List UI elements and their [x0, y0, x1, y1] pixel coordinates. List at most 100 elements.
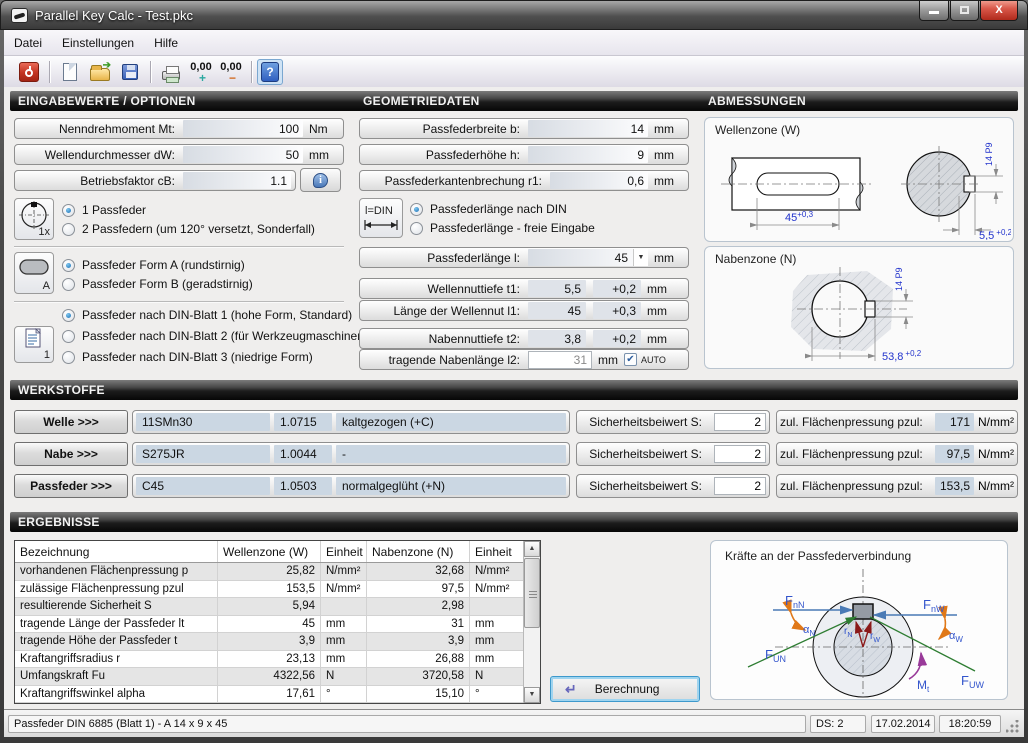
passfederlaenge-select[interactable]: 45 ▼	[528, 249, 648, 266]
material-treatment: normalgeglüht (+N)	[336, 477, 566, 495]
berechnung-button[interactable]: ↵ Berechnung	[550, 676, 700, 702]
scroll-thumb[interactable]	[524, 558, 540, 628]
svg-text:FUW: FUW	[961, 673, 984, 690]
radio-din-blatt-2[interactable]	[62, 330, 75, 343]
new-file-button[interactable]	[57, 59, 83, 85]
table-row[interactable]: vorhandenen Flächenpressung p25,82N/mm²3…	[15, 563, 523, 581]
resize-grip[interactable]	[1006, 720, 1020, 734]
print-button[interactable]	[158, 59, 184, 85]
separator	[14, 246, 344, 247]
table-row[interactable]: Umfangskraft Fu4322,56N3720,58N	[15, 668, 523, 686]
laenge-wellennut-tol[interactable]: +0,3	[593, 302, 641, 319]
table-row[interactable]: zulässige Flächenpressung pzul153,5N/mm²…	[15, 581, 523, 599]
betriebsfaktor-input[interactable]: 1.1	[183, 172, 291, 189]
toolbar-separator	[49, 61, 50, 83]
svg-text:αN: αN	[803, 624, 815, 638]
passfeder-material-row: C45 1.0503 normalgeglüht (+N)	[132, 474, 570, 498]
kantenbrechung-input[interactable]: 0,6	[550, 172, 648, 189]
field-label: Nabennuttiefe t2:	[360, 332, 528, 346]
decimals-increase-button[interactable]: 0,00+	[186, 59, 216, 85]
welle-pressure-row: zul. Flächenpressung pzul: 171 N/mm²	[776, 410, 1018, 434]
material-name[interactable]: S275JR	[136, 445, 270, 463]
wellenzone-box: Wellenzone (W) 45+0,3	[704, 117, 1014, 242]
nabennuttiefe-value[interactable]: 3,8	[528, 330, 586, 347]
help-button[interactable]: ?	[257, 59, 283, 85]
status-bar: Passfeder DIN 6885 (Blatt 1) - A 14 x 9 …	[4, 709, 1024, 737]
nenndrehmoment-input[interactable]: 100	[183, 120, 303, 137]
radio-din-blatt-3[interactable]	[62, 351, 75, 364]
exit-button[interactable]	[16, 59, 42, 85]
auto-checkbox[interactable]: ✔	[624, 353, 637, 366]
radio-form-a[interactable]	[62, 259, 75, 272]
menu-bar: Datei Einstellungen Hilfe	[4, 30, 1024, 56]
help-icon: ?	[261, 62, 279, 82]
radio-1-passfeder[interactable]	[62, 204, 75, 217]
wellendurchmesser-input[interactable]: 50	[183, 146, 303, 163]
material-name[interactable]: C45	[136, 477, 270, 495]
unit-label: mm	[647, 332, 677, 346]
passfeder-count-icon: 1x	[14, 198, 54, 240]
decimals-decrease-button[interactable]: 0,00−	[216, 59, 246, 85]
menu-hilfe[interactable]: Hilfe	[144, 30, 188, 55]
col-einheit-2[interactable]: Einheit	[470, 541, 523, 562]
close-icon: X	[995, 4, 1002, 16]
table-scrollbar[interactable]: ▲ ▼	[523, 541, 540, 703]
radio-2-passfedern[interactable]	[62, 223, 75, 236]
scroll-up-button[interactable]: ▲	[524, 541, 540, 557]
radio-laenge-frei[interactable]	[410, 222, 423, 235]
col-wellenzone[interactable]: Wellenzone (W)	[218, 541, 321, 562]
passfeder-button[interactable]: Passfeder >>>	[14, 474, 128, 498]
nabe-button[interactable]: Nabe >>>	[14, 442, 128, 466]
unit-label: Nm	[309, 122, 339, 136]
table-row[interactable]: Kraftangriffsradius r23,13mm26,88mm	[15, 651, 523, 669]
info-button[interactable]: i	[300, 168, 341, 192]
nabenlaenge-input[interactable]: 31	[528, 351, 592, 369]
length-din-icon: l=DIN	[360, 199, 402, 237]
table-row[interactable]: tragende Höhe der Passfeder t3,9mm3,9mm	[15, 633, 523, 651]
save-button[interactable]	[117, 59, 143, 85]
safety-input[interactable]: 2	[714, 477, 766, 495]
table-row[interactable]: Kraftangriffswinkel alpha17,61°15,10°	[15, 686, 523, 704]
radio-din-blatt-1[interactable]	[62, 309, 75, 322]
menu-einstellungen[interactable]: Einstellungen	[52, 30, 144, 55]
menu-datei[interactable]: Datei	[4, 30, 52, 55]
svg-text:FnN: FnN	[785, 593, 804, 610]
table-row[interactable]: tragende Länge der Passfeder lt45mm31mm	[15, 616, 523, 634]
col-bezeichnung[interactable]: Bezeichnung	[15, 541, 218, 562]
field-label: Betriebsfaktor cB:	[15, 174, 183, 188]
nabenzone-label: Nabenzone (N)	[715, 252, 796, 266]
laenge-wellennut-value[interactable]: 45	[528, 302, 586, 319]
welle-button[interactable]: Welle >>>	[14, 410, 128, 434]
open-file-button[interactable]	[87, 59, 113, 85]
material-treatment: kaltgezogen (+C)	[336, 413, 566, 431]
nabennuttiefe-tol[interactable]: +0,2	[593, 330, 641, 347]
minimize-button[interactable]	[919, 1, 949, 21]
col-nabenzone[interactable]: Nabenzone (N)	[367, 541, 470, 562]
chevron-down-icon[interactable]: ▼	[633, 249, 648, 266]
passfederbreite-input[interactable]: 14	[528, 120, 648, 137]
wellennuttiefe-value[interactable]: 5,5	[528, 280, 586, 297]
scroll-down-button[interactable]: ▼	[524, 687, 540, 703]
safety-input[interactable]: 2	[714, 445, 766, 463]
wellennuttiefe-tol[interactable]: +0,2	[593, 280, 641, 297]
close-button[interactable]: X	[980, 1, 1018, 21]
title-bar[interactable]: Parallel Key Calc - Test.pkc X	[0, 0, 1028, 30]
radio-form-b[interactable]	[62, 278, 75, 291]
table-row[interactable]: resultierende Sicherheit S5,942,98	[15, 598, 523, 616]
pressure-unit: N/mm²	[978, 479, 1014, 493]
material-number: 1.0503	[274, 477, 332, 495]
col-einheit-1[interactable]: Einheit	[321, 541, 367, 562]
window-title: Parallel Key Calc - Test.pkc	[35, 8, 193, 23]
radio-laenge-din[interactable]	[410, 203, 423, 216]
material-name[interactable]: 11SMn30	[136, 413, 270, 431]
passfeder-safety-row: Sicherheitsbeiwert S: 2	[576, 474, 770, 498]
maximize-button[interactable]	[950, 1, 979, 21]
maximize-icon	[960, 6, 969, 14]
passfederhoehe-input[interactable]: 9	[528, 146, 648, 163]
open-file-icon	[90, 68, 110, 81]
safety-input[interactable]: 2	[714, 413, 766, 431]
toolbar-separator	[251, 61, 252, 83]
field-label: tragende Nabenlänge l2:	[360, 353, 528, 367]
results-table: Bezeichnung Wellenzone (W) Einheit Naben…	[14, 540, 541, 704]
forces-diagram: FnN FnW FUN FUW αN αW rN rW Mt	[713, 567, 1007, 699]
